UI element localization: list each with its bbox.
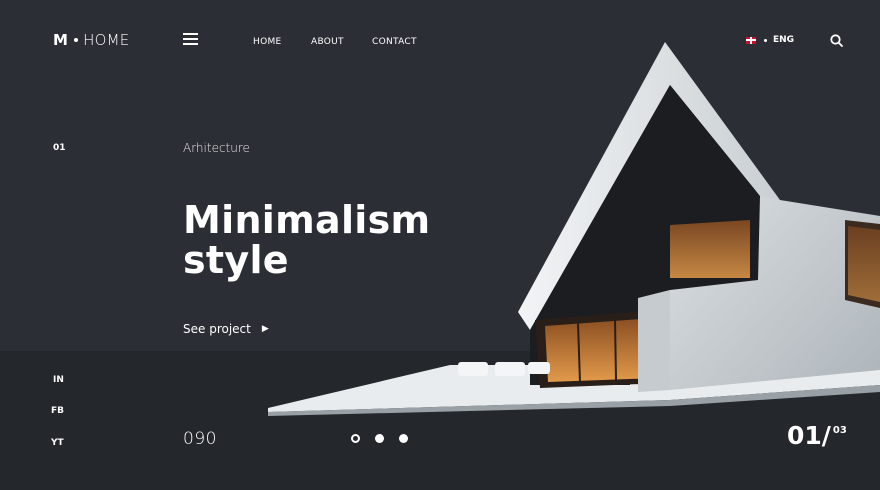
slider-dot-1[interactable] <box>351 434 360 443</box>
nav-contact-link[interactable]: CONTACT <box>372 37 417 47</box>
current-page: 01/ <box>787 421 831 450</box>
see-project-label: See project <box>183 322 251 336</box>
hero-title-line2: style <box>183 238 289 282</box>
play-arrow-icon: ▶ <box>261 324 269 334</box>
see-project-link[interactable]: See project ▶ <box>183 322 269 336</box>
separator-dot <box>764 38 767 42</box>
search-icon[interactable] <box>830 34 843 47</box>
category-label: Arhitecture <box>183 141 250 155</box>
menu-icon[interactable] <box>183 33 198 46</box>
social-facebook-link[interactable]: FB <box>51 406 64 416</box>
slider-dot-3[interactable] <box>399 434 408 443</box>
hero-title: Minimalism style <box>183 200 430 280</box>
total-pages: 03 <box>832 425 847 436</box>
slider-dots <box>351 434 423 443</box>
social-youtube-link[interactable]: YT <box>51 438 64 448</box>
language-label: ENG <box>773 35 795 45</box>
pagination: 01/ 03 <box>787 421 847 450</box>
logo-word: HOME <box>83 31 130 49</box>
logo-letter: M <box>53 31 69 49</box>
social-instagram-link[interactable]: IN <box>53 375 64 385</box>
hero-title-line1: Minimalism <box>183 198 431 242</box>
logo-dot <box>74 38 79 42</box>
nav-home-link[interactable]: HOME <box>253 37 282 47</box>
nav-about-link[interactable]: ABOUT <box>311 37 344 47</box>
counter: 090 <box>183 429 217 449</box>
language-selector[interactable]: ENG <box>746 35 794 45</box>
slider-dot-2[interactable] <box>375 434 384 443</box>
logo[interactable]: M HOME <box>53 31 129 49</box>
slide-number: 01 <box>53 143 66 153</box>
uk-flag-icon <box>746 36 756 44</box>
